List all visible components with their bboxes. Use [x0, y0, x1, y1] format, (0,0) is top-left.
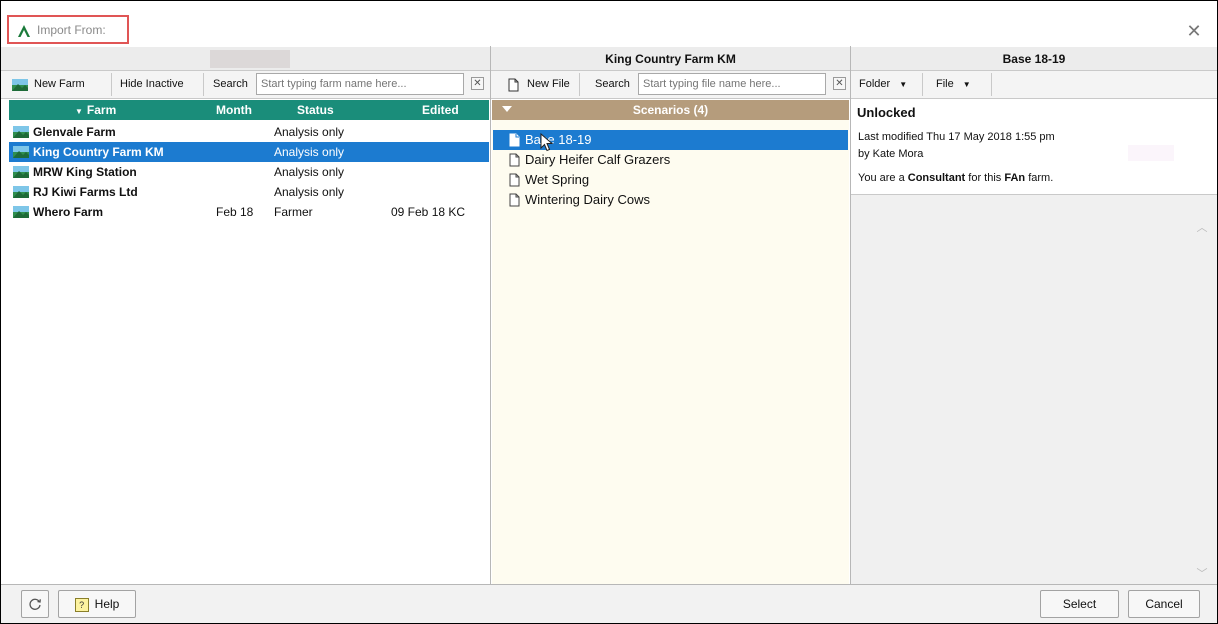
hide-inactive-button[interactable]: Hide Inactive: [112, 73, 204, 96]
farm-name: King Country Farm KM: [33, 145, 164, 159]
edited-column-header[interactable]: Edited: [422, 100, 459, 120]
new-farm-label: New Farm: [34, 78, 85, 90]
scenario-label: Wet Spring: [525, 172, 590, 187]
new-file-icon: [508, 78, 519, 92]
file-menu-label: File: [936, 78, 954, 90]
farm-search-label: Search: [213, 78, 248, 90]
scenario-label: Dairy Heifer Calf Grazers: [525, 152, 671, 167]
farm-row[interactable]: Whero Farm Feb 18 Farmer 09 Feb 18 KC: [9, 202, 489, 222]
document-icon: [509, 133, 520, 147]
farm-name: MRW King Station: [33, 165, 137, 179]
help-button[interactable]: ? Help: [58, 590, 136, 618]
modified-by: by Kate Mora: [858, 148, 924, 160]
farm-status: Analysis only: [274, 165, 345, 179]
farm-row[interactable]: Glenvale Farm Analysis only: [9, 122, 489, 142]
farm-name: RJ Kiwi Farms Ltd: [33, 185, 138, 199]
refresh-icon: [29, 598, 41, 610]
new-file-button[interactable]: New File: [500, 73, 580, 96]
cancel-button[interactable]: Cancel: [1128, 590, 1200, 618]
farm-month: Feb 18: [216, 205, 254, 219]
scenario-label: Base 18-19: [525, 132, 592, 147]
farm-column-label: Farm: [86, 103, 117, 117]
mouse-cursor-icon: [540, 133, 554, 152]
file-menu-button[interactable]: File ▼: [924, 73, 992, 96]
farm-edited: 09 Feb 18 KC: [391, 205, 466, 219]
farm-icon: [13, 206, 29, 218]
folder-menu-label: Folder: [859, 78, 891, 90]
farm-search-clear-icon[interactable]: ✕: [471, 77, 484, 90]
farm-status: Analysis only: [274, 145, 345, 159]
scenarios-title: Scenarios (4): [632, 103, 709, 117]
role-mid: for this: [968, 172, 1002, 184]
file-search-input[interactable]: [638, 73, 826, 95]
help-icon: ?: [74, 597, 89, 612]
farm-name: Glenvale Farm: [33, 125, 116, 139]
scenario-item[interactable]: Wintering Dairy Cows: [493, 190, 848, 210]
farm-search-input[interactable]: [256, 73, 464, 95]
folder-menu-button[interactable]: Folder ▼: [853, 73, 923, 96]
last-modified: Last modified Thu 17 May 2018 1:55 pm: [858, 131, 1055, 143]
file-search-label: Search: [595, 78, 630, 90]
column-divider: [490, 46, 491, 584]
document-icon: [509, 153, 520, 167]
window-title: Import From:: [37, 23, 106, 37]
refresh-button[interactable]: [21, 590, 49, 618]
farm-row[interactable]: MRW King Station Analysis only: [9, 162, 489, 182]
role-statement: You are a Consultant for this FAn farm.: [858, 172, 1053, 184]
scenario-item[interactable]: Wet Spring: [493, 170, 848, 190]
farm-row[interactable]: RJ Kiwi Farms Ltd Analysis only: [9, 182, 489, 202]
status-column-header[interactable]: Status: [297, 100, 334, 120]
farm-icon: [13, 126, 29, 138]
scroll-down-icon[interactable]: ﹀: [1196, 568, 1208, 580]
farm-row[interactable]: King Country Farm KM Analysis only: [9, 142, 489, 162]
document-icon: [509, 193, 520, 207]
app-logo-icon: [18, 25, 30, 37]
farm-icon: [12, 79, 28, 91]
farm-header-placeholder: [210, 50, 290, 68]
select-button[interactable]: Select: [1040, 590, 1119, 618]
farm-status: Farmer: [274, 205, 313, 219]
redacted-area: [1128, 145, 1174, 161]
farm-status: Analysis only: [274, 125, 345, 139]
new-file-label: New File: [527, 78, 570, 90]
product-name: FAn: [1004, 172, 1026, 184]
farm-status: Analysis only: [274, 185, 345, 199]
chevron-down-icon: ▼: [962, 80, 971, 89]
month-column-header[interactable]: Month: [216, 100, 252, 120]
scroll-up-icon[interactable]: ︿: [1196, 222, 1208, 234]
role-prefix: You are a: [858, 172, 905, 184]
details-notes-area[interactable]: [851, 194, 1217, 584]
footer-bar: [1, 584, 1217, 623]
scenario-label: Wintering Dairy Cows: [525, 192, 650, 207]
scenario-item[interactable]: Dairy Heifer Calf Grazers: [493, 150, 848, 170]
help-label: Help: [94, 597, 120, 611]
new-farm-button[interactable]: New Farm: [6, 73, 112, 96]
lock-status: Unlocked: [857, 105, 916, 120]
farm-icon: [13, 166, 29, 178]
farm-column-header[interactable]: ▼ Farm: [75, 100, 116, 120]
document-icon: [509, 173, 520, 187]
role-name: Consultant: [907, 172, 966, 184]
chevron-down-icon: ▼: [899, 80, 908, 89]
file-panel-heading: King Country Farm KM: [491, 47, 850, 71]
sort-arrow-icon: ▼: [75, 107, 83, 116]
file-search-clear-icon[interactable]: ✕: [833, 77, 846, 90]
title-bar: [1, 1, 1217, 45]
close-icon[interactable]: ✕: [1183, 20, 1205, 42]
farm-icon: [13, 186, 29, 198]
farm-name: Whero Farm: [33, 205, 104, 219]
role-suffix: farm.: [1028, 172, 1054, 184]
farm-icon: [13, 146, 29, 158]
details-panel-heading: Base 18-19: [851, 47, 1217, 71]
